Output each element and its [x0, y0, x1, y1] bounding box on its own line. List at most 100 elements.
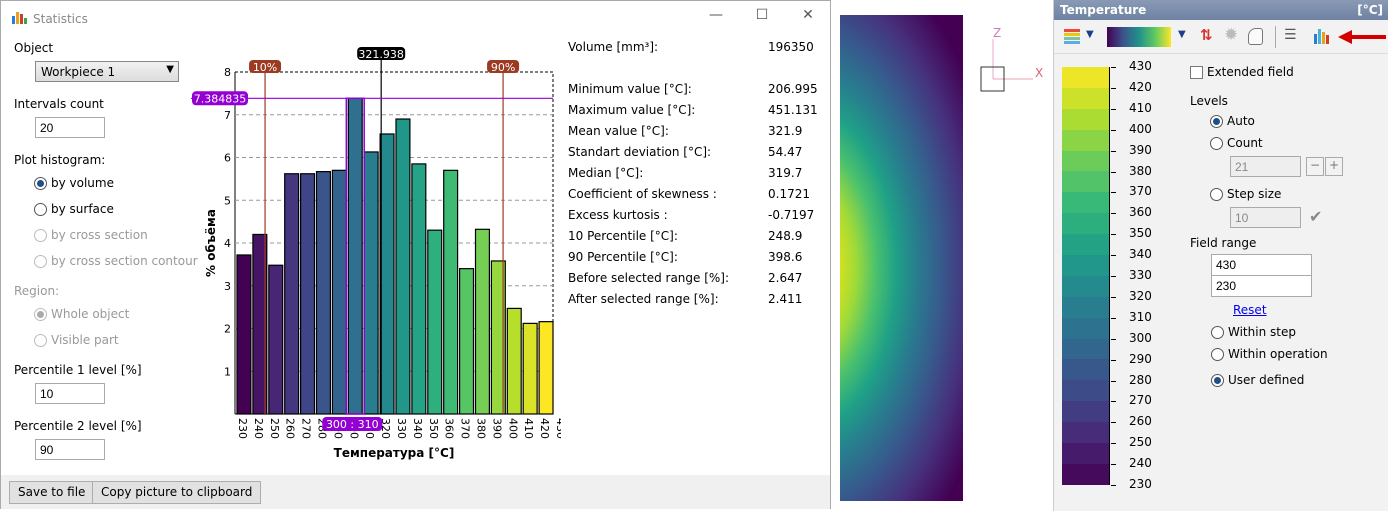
intervals-input[interactable] [35, 117, 105, 138]
histogram-bar[interactable] [427, 229, 443, 415]
histogram-bar[interactable] [315, 171, 331, 415]
legend-band [1062, 213, 1109, 235]
legend-tick-label: 420 [1129, 79, 1152, 94]
histogram-bar[interactable] [522, 322, 538, 415]
object-select[interactable]: Workpiece 1 ▼ [35, 61, 179, 82]
count-input[interactable] [1230, 156, 1301, 177]
legend-tick-label: 280 [1129, 372, 1152, 387]
y-tick-label: 3 [224, 280, 231, 293]
invert-palette-icon[interactable]: ⇅ [1200, 26, 1213, 44]
radio-auto[interactable]: Auto [1210, 114, 1255, 128]
save-to-file-button[interactable]: Save to file [9, 481, 95, 504]
histogram-bar[interactable] [474, 228, 490, 415]
histogram-bar[interactable] [363, 151, 379, 415]
statistics-window: Statistics — ☐ ✕ Object Workpiece 1 ▼ In… [0, 0, 831, 509]
x-tick-label: 390 [490, 418, 503, 439]
legend-tick-label: 310 [1129, 309, 1152, 324]
legend-tick-label: 250 [1129, 435, 1152, 450]
copy-to-clipboard-button[interactable]: Copy picture to clipboard [92, 481, 262, 504]
radio-count[interactable]: Count [1210, 136, 1263, 150]
legend-band [1062, 380, 1109, 402]
legend-tick [1111, 359, 1116, 361]
step-size-input[interactable] [1230, 207, 1301, 228]
histogram-bar[interactable] [299, 173, 316, 415]
legend-tick [1111, 443, 1116, 445]
histogram-bar[interactable] [284, 173, 300, 415]
histogram-icon[interactable] [1313, 28, 1331, 47]
legend-band [1062, 87, 1109, 109]
x-tick-label: 330 [395, 418, 408, 439]
increment-button[interactable]: + [1325, 157, 1343, 176]
palette-selector[interactable] [1107, 27, 1171, 47]
reset-link[interactable]: Reset [1233, 303, 1267, 317]
stat-value: 451.131 [768, 103, 818, 117]
histogram-bar[interactable] [538, 321, 554, 415]
x-tick-label: 340 [411, 418, 424, 439]
object-label: Object [14, 41, 54, 55]
y-axis-title: % объёма [204, 209, 218, 277]
histogram-bar[interactable] [459, 268, 475, 415]
histogram-bar[interactable] [395, 118, 411, 415]
x-tick-label: 400 [506, 418, 519, 439]
decrement-button[interactable]: − [1306, 157, 1324, 176]
histogram-bar[interactable] [347, 97, 363, 415]
histogram-bar[interactable] [411, 163, 427, 415]
gear-icon[interactable]: ✹ [1224, 25, 1238, 45]
maximize-button[interactable]: ☐ [747, 7, 777, 29]
legend-tick [1111, 255, 1116, 257]
histogram-bar[interactable] [236, 254, 252, 415]
radio-by-cross-section-contour[interactable]: by cross section contour [34, 254, 198, 268]
radio-within-operation[interactable]: Within operation [1211, 347, 1328, 361]
legend-tick [1111, 87, 1116, 89]
legend-tick-label: 400 [1129, 121, 1152, 136]
stat-label: Mean value [°C]: [568, 124, 669, 138]
histogram-bar[interactable] [379, 133, 395, 415]
legend-band [1062, 67, 1109, 88]
plot-histogram-label: Plot histogram: [14, 153, 106, 167]
radio-visible-part[interactable]: Visible part [34, 333, 119, 347]
legend-tick-label: 320 [1129, 288, 1152, 303]
stat-value: 248.9 [768, 229, 803, 243]
chevron-down-icon[interactable]: ▼ [1086, 29, 1094, 40]
radio-by-cross-section[interactable]: by cross section [34, 228, 148, 242]
radio-by-volume[interactable]: by volume [34, 176, 114, 190]
title-bar: Statistics — ☐ ✕ [1, 1, 830, 35]
radio-whole-object[interactable]: Whole object [34, 307, 129, 321]
checkmark-icon[interactable]: ✔ [1309, 207, 1322, 226]
percentile2-input[interactable] [35, 439, 105, 460]
y-tick-label: 4 [224, 237, 231, 250]
legend-tick [1111, 192, 1116, 194]
close-button[interactable]: ✕ [793, 7, 823, 29]
range-max-input[interactable] [1211, 254, 1312, 276]
legend-band [1062, 443, 1109, 464]
histogram-bar[interactable] [443, 169, 459, 415]
legend-tick-label: 360 [1129, 205, 1152, 220]
histogram-bar[interactable] [506, 307, 522, 415]
histogram-bar[interactable] [331, 169, 347, 415]
x-tick-label: 250 [268, 418, 281, 439]
histogram-chart[interactable]: 1234567823024025026027028029030031032033… [191, 41, 561, 466]
minimize-button[interactable]: — [701, 7, 731, 29]
stat-label: 90 Percentile [°C]: [568, 250, 678, 264]
surface-icon[interactable] [1248, 28, 1263, 45]
color-levels-icon[interactable] [1064, 29, 1080, 50]
stat-value: 321.9 [768, 124, 803, 138]
levels-sort-icon[interactable]: ☰ [1284, 27, 1297, 43]
extended-field-checkbox[interactable]: Extended field [1190, 65, 1294, 79]
stat-label: Excess kurtosis : [568, 208, 668, 222]
x-axis-title: Температура [°C] [334, 446, 455, 460]
radio-step-size[interactable]: Step size [1210, 187, 1281, 201]
legend-tick-label: 300 [1129, 330, 1152, 345]
3d-viewport-field[interactable] [840, 15, 963, 501]
radio-within-step[interactable]: Within step [1211, 325, 1296, 339]
range-min-input[interactable] [1211, 275, 1312, 297]
statistics-app-icon [11, 10, 27, 24]
chevron-down-icon: ▼ [166, 64, 174, 75]
histogram-bar[interactable] [268, 264, 284, 415]
color-legend [1062, 67, 1110, 485]
radio-by-surface[interactable]: by surface [34, 202, 114, 216]
radio-user-defined[interactable]: User defined [1211, 373, 1304, 387]
chevron-down-icon[interactable]: ▼ [1178, 29, 1186, 40]
percentile1-input[interactable] [35, 383, 105, 404]
y-tick-label: 7 [224, 109, 231, 122]
